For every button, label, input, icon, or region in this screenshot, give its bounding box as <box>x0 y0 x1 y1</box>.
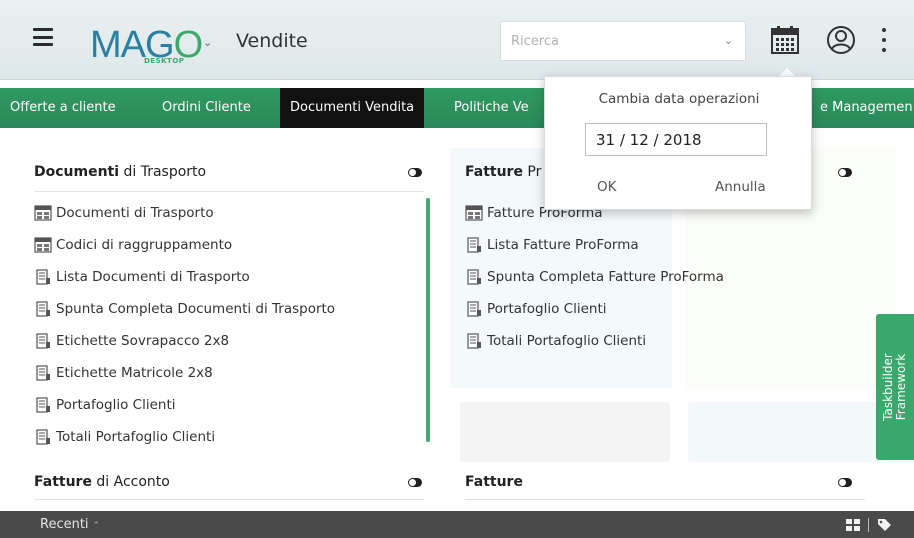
operation-date-field[interactable] <box>585 123 767 156</box>
taskbuilder-framework-tab[interactable]: Taskbuilder Framework <box>876 314 914 460</box>
report-icon <box>467 333 481 349</box>
section-title-bold: Fatture <box>34 474 92 490</box>
section-title-bold: Documenti <box>34 164 120 180</box>
logo-subtitle: DESKTOP <box>144 57 185 65</box>
section-title-rest: di Trasporto <box>119 164 207 180</box>
section-toggle[interactable] <box>838 478 852 487</box>
list-item-label: Codici di raggruppamento <box>56 237 233 253</box>
hamburger-menu-icon[interactable] <box>33 28 53 46</box>
list-item-label: Totali Portafoglio Clienti <box>56 429 216 445</box>
report-icon <box>467 237 481 253</box>
footer-bar: Recenti ⌃ <box>0 508 914 538</box>
section-title-rest: di Acconto <box>91 474 170 490</box>
popup-title: Cambia data operazioni <box>598 91 760 107</box>
grid-icon[interactable] <box>846 519 860 531</box>
recent-button[interactable]: Recenti ⌃ <box>40 517 100 532</box>
section-divider <box>465 499 865 500</box>
user-icon[interactable] <box>826 25 856 55</box>
section-toggle[interactable] <box>408 478 422 487</box>
cancel-button[interactable]: Annulla <box>715 179 766 195</box>
list-item[interactable]: Totali Portafoglio Clienti <box>34 426 215 448</box>
list-item-label: Spunta Completa Fatture ProForma <box>487 269 724 285</box>
tags-icon[interactable] <box>877 518 893 532</box>
section-title-bold: Fatture <box>465 474 523 490</box>
module-title: Vendite <box>236 30 308 52</box>
document-form-icon <box>465 205 483 221</box>
list-item-label: Portafoglio Clienti <box>487 301 607 317</box>
section-toggle[interactable] <box>408 168 422 177</box>
search-box[interactable]: ⌄ <box>500 21 746 61</box>
app-header: MAGO DESKTOP ⌄ Vendite ⌄ <box>0 0 914 80</box>
more-vertical-icon[interactable] <box>880 28 888 52</box>
list-item[interactable]: Etichette Sovrapacco 2x8 <box>34 330 229 352</box>
report-icon <box>36 301 50 317</box>
report-icon <box>467 269 481 285</box>
footer-separator <box>868 518 869 532</box>
list-item[interactable]: Documenti di Trasporto <box>34 202 214 224</box>
list-item[interactable]: Portafoglio Clienti <box>34 394 176 416</box>
panel-background <box>688 402 888 462</box>
list-item[interactable]: Spunta Completa Documenti di Trasporto <box>34 298 335 320</box>
list-item[interactable]: Totali Portafoglio Clienti <box>465 330 646 352</box>
document-form-icon <box>34 237 52 253</box>
section-title-documenti-trasporto: Documenti di Trasporto <box>34 164 206 180</box>
panel-background <box>460 402 670 462</box>
list-item-label: Lista Documenti di Trasporto <box>56 269 250 285</box>
chevron-down-icon[interactable]: ⌄ <box>724 34 733 47</box>
section-title-fatture-acconto: Fatture di Acconto <box>34 474 170 490</box>
report-icon <box>36 397 50 413</box>
list-item[interactable]: Lista Documenti di Trasporto <box>34 266 250 288</box>
list-item-label: Spunta Completa Documenti di Trasporto <box>56 301 336 317</box>
list-item-label: Portafoglio Clienti <box>56 397 176 413</box>
list-item-label: Etichette Matricole 2x8 <box>56 365 213 381</box>
recent-label: Recenti <box>40 517 89 532</box>
section-divider <box>34 191 424 192</box>
report-icon <box>36 333 50 349</box>
tab-documenti-vendita[interactable]: Documenti Vendita <box>280 88 425 128</box>
section-divider <box>34 499 424 500</box>
chevron-up-icon: ⌃ <box>92 521 101 531</box>
list-item-label: Documenti di Trasporto <box>56 205 214 221</box>
report-icon <box>36 269 50 285</box>
tab-management[interactable]: e Managemen <box>810 88 914 128</box>
change-date-popup: Cambia data operazioni OK Annulla <box>544 76 812 210</box>
list-item[interactable]: Etichette Matricole 2x8 <box>34 362 213 384</box>
report-icon <box>36 365 50 381</box>
section-title-fatture-proforma: Fatture Pr <box>465 164 541 180</box>
report-icon <box>36 429 50 445</box>
list-item-label: Lista Fatture ProForma <box>487 237 639 253</box>
section-title-bold: Fatture <box>465 164 523 180</box>
document-form-icon <box>34 205 52 221</box>
calendar-icon[interactable] <box>768 25 802 55</box>
list-item-label: Totali Portafoglio Clienti <box>487 333 647 349</box>
search-input[interactable] <box>511 30 711 52</box>
app-logo[interactable]: MAGO DESKTOP <box>90 20 203 65</box>
section-toggle[interactable] <box>838 168 852 177</box>
footer-icons <box>846 518 893 532</box>
section-title-fatture: Fatture <box>465 474 523 490</box>
ok-button[interactable]: OK <box>597 179 616 195</box>
list-item-label: Etichette Sovrapacco 2x8 <box>56 333 230 349</box>
report-icon <box>467 301 481 317</box>
list-item[interactable]: Portafoglio Clienti <box>465 298 607 320</box>
chevron-down-icon[interactable]: ⌄ <box>203 36 212 49</box>
sidetab-line2: Framework <box>894 353 908 421</box>
tab-politiche-vendita[interactable]: Politiche Ve <box>444 88 539 128</box>
tab-ordini-cliente[interactable]: Ordini Cliente <box>152 88 261 128</box>
section-title-rest: Pr <box>522 164 542 180</box>
list-item[interactable]: Spunta Completa Fatture ProForma <box>465 266 724 288</box>
sidetab-label: Taskbuilder Framework <box>881 353 908 421</box>
scrollbar[interactable] <box>426 198 430 442</box>
list-item[interactable]: Codici di raggruppamento <box>34 234 232 256</box>
list-item[interactable]: Lista Fatture ProForma <box>465 234 639 256</box>
tab-offerte-cliente[interactable]: Offerte a cliente <box>0 88 126 128</box>
